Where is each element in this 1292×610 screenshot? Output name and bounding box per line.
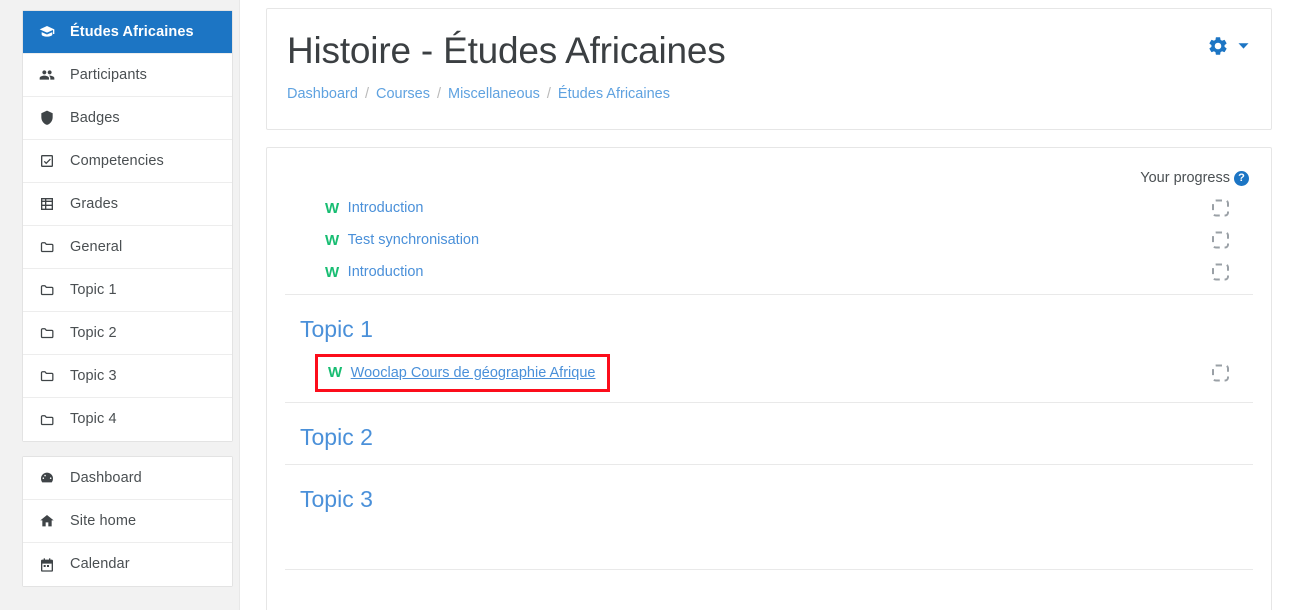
sidebar-item-label: General	[70, 238, 123, 255]
course-sections: W Introduction W Test synchronisation W Intro…	[267, 192, 1271, 571]
dashboard-icon	[39, 470, 61, 486]
users-icon	[39, 67, 61, 83]
chevron-down-icon[interactable]	[1238, 42, 1249, 50]
sidebar-item-label: Études Africaines	[70, 23, 194, 40]
folder-icon	[39, 282, 61, 298]
breadcrumb-separator: /	[436, 85, 441, 102]
sidebar-item-label: Topic 3	[70, 367, 117, 384]
wooclap-icon: W	[325, 263, 339, 281]
activity-link-group[interactable]: W Test synchronisation	[325, 232, 479, 248]
completion-checkbox[interactable]	[1212, 231, 1229, 249]
activity-link[interactable]: Introduction	[348, 264, 424, 280]
check-square-icon	[39, 153, 61, 169]
breadcrumb-separator: /	[546, 85, 551, 102]
course-section-general: W Introduction W Test synchronisation W Intro…	[267, 192, 1271, 294]
table-grid-icon	[39, 196, 61, 212]
activity-row: W Test synchronisation	[267, 224, 1271, 256]
wooclap-icon: W	[325, 199, 339, 217]
course-section-topic-1: Topic 1 W Wooclap Cours de géographie Afri…	[267, 294, 1271, 402]
activity-list: W Introduction W Test synchronisation W Intro…	[267, 192, 1271, 294]
sidebar-item-label: Participants	[70, 66, 147, 83]
section-title[interactable]: Topic 3	[267, 465, 373, 520]
folder-icon	[39, 239, 61, 255]
section-divider	[285, 401, 1253, 403]
breadcrumb-item[interactable]: Miscellaneous	[448, 86, 540, 102]
section-divider	[285, 294, 1253, 295]
course-content-card: Your progress ? W Introduction W Test synch…	[266, 147, 1272, 610]
activity-row: W Introduction	[267, 192, 1271, 224]
sidebar-item-dashboard[interactable]: Dashboard	[23, 457, 232, 500]
completion-checkbox[interactable]	[1212, 364, 1229, 382]
sidebar-item-label: Calendar	[70, 556, 130, 573]
folder-icon	[39, 368, 61, 384]
course-settings-menu[interactable]	[1207, 35, 1249, 57]
sidebar-item-grades[interactable]: Grades	[23, 183, 232, 226]
sidebar-item-label: Grades	[70, 195, 119, 212]
breadcrumb-item[interactable]: Études Africaines	[558, 86, 670, 102]
sidebar-item-label: Dashboard	[70, 469, 142, 486]
moodle-course-page: Études Africaines Participants Badges Compe…	[0, 0, 1292, 610]
section-divider	[285, 463, 1253, 465]
sidebar-item-label: Site home	[70, 512, 137, 529]
sidebar-item-general[interactable]: General	[23, 226, 232, 269]
sidebar-item-tudes-africaines[interactable]: Études Africaines	[23, 11, 232, 54]
sidebar-item-label: Badges	[70, 109, 120, 126]
sidebar-item-topic-2[interactable]: Topic 2	[23, 312, 232, 355]
breadcrumb-separator: /	[364, 85, 369, 102]
activity-link[interactable]: Test synchronisation	[348, 232, 479, 248]
completion-checkbox[interactable]	[1212, 199, 1229, 217]
sidebar-item-topic-3[interactable]: Topic 3	[23, 355, 232, 398]
graduation-cap-icon	[39, 24, 61, 40]
activity-link-group[interactable]: W Introduction	[325, 264, 423, 280]
calendar-icon	[39, 557, 61, 573]
activity-row: W Introduction	[267, 256, 1271, 288]
page-header-card: Histoire - Études Africaines Dashboard / C…	[266, 8, 1272, 130]
activity-list: W Wooclap Cours de géographie Afrique	[267, 350, 1271, 402]
sidebar-item-label: Topic 2	[70, 324, 117, 341]
progress-header: Your progress ?	[267, 148, 1271, 192]
sidebar-item-topic-1[interactable]: Topic 1	[23, 269, 232, 312]
activity-link-group[interactable]: W Wooclap Cours de géographie Afrique	[315, 353, 611, 392]
sidebar-item-badges[interactable]: Badges	[23, 97, 232, 140]
home-icon	[39, 513, 61, 529]
sidebar-item-competencies[interactable]: Competencies	[23, 140, 232, 183]
course-section-topic-3: Topic 3	[267, 463, 1271, 526]
gear-icon[interactable]	[1207, 35, 1229, 57]
sidebar-item-label: Topic 4	[70, 411, 117, 428]
breadcrumb-item[interactable]: Courses	[376, 86, 430, 102]
wooclap-icon: W	[328, 364, 342, 382]
shield-icon	[39, 110, 61, 126]
activity-link-group[interactable]: W Introduction	[325, 200, 423, 216]
activity-link[interactable]: Wooclap Cours de géographie Afrique	[351, 365, 596, 381]
section-divider	[285, 569, 1253, 571]
sidebar-item-site-home[interactable]: Site home	[23, 500, 232, 543]
folder-icon	[39, 412, 61, 428]
course-section-topic-2: Topic 2	[267, 401, 1271, 464]
sidebar-navigation-drawer: Études Africaines Participants Badges Compe…	[0, 0, 240, 610]
wooclap-icon: W	[325, 231, 339, 249]
activity-row: W Wooclap Cours de géographie Afrique	[267, 350, 1271, 396]
sidebar-item-label: Topic 1	[70, 281, 117, 298]
section-title[interactable]: Topic 1	[267, 295, 373, 350]
activity-list	[267, 519, 1271, 525]
site-nav-block: Dashboard Site home Calendar	[22, 456, 233, 587]
section-title[interactable]: Topic 2	[267, 403, 373, 458]
sidebar-item-topic-4[interactable]: Topic 4	[23, 398, 232, 441]
folder-icon	[39, 325, 61, 341]
activity-link[interactable]: Introduction	[348, 200, 424, 216]
course-nav-block: Études Africaines Participants Badges Compe…	[22, 10, 233, 442]
sidebar-item-participants[interactable]: Participants	[23, 54, 232, 97]
main-content-region: Histoire - Études Africaines Dashboard / C…	[240, 0, 1292, 610]
breadcrumb-item[interactable]: Dashboard	[287, 86, 358, 102]
completion-checkbox[interactable]	[1212, 263, 1229, 281]
sidebar-item-calendar[interactable]: Calendar	[23, 543, 232, 586]
breadcrumb: Dashboard / Courses / Miscellaneous / Études A…	[287, 86, 1247, 102]
page-title: Histoire - Études Africaines	[287, 30, 726, 71]
sidebar-item-label: Competencies	[70, 152, 164, 169]
progress-label: Your progress	[1140, 170, 1230, 186]
help-icon[interactable]: ?	[1234, 170, 1249, 186]
